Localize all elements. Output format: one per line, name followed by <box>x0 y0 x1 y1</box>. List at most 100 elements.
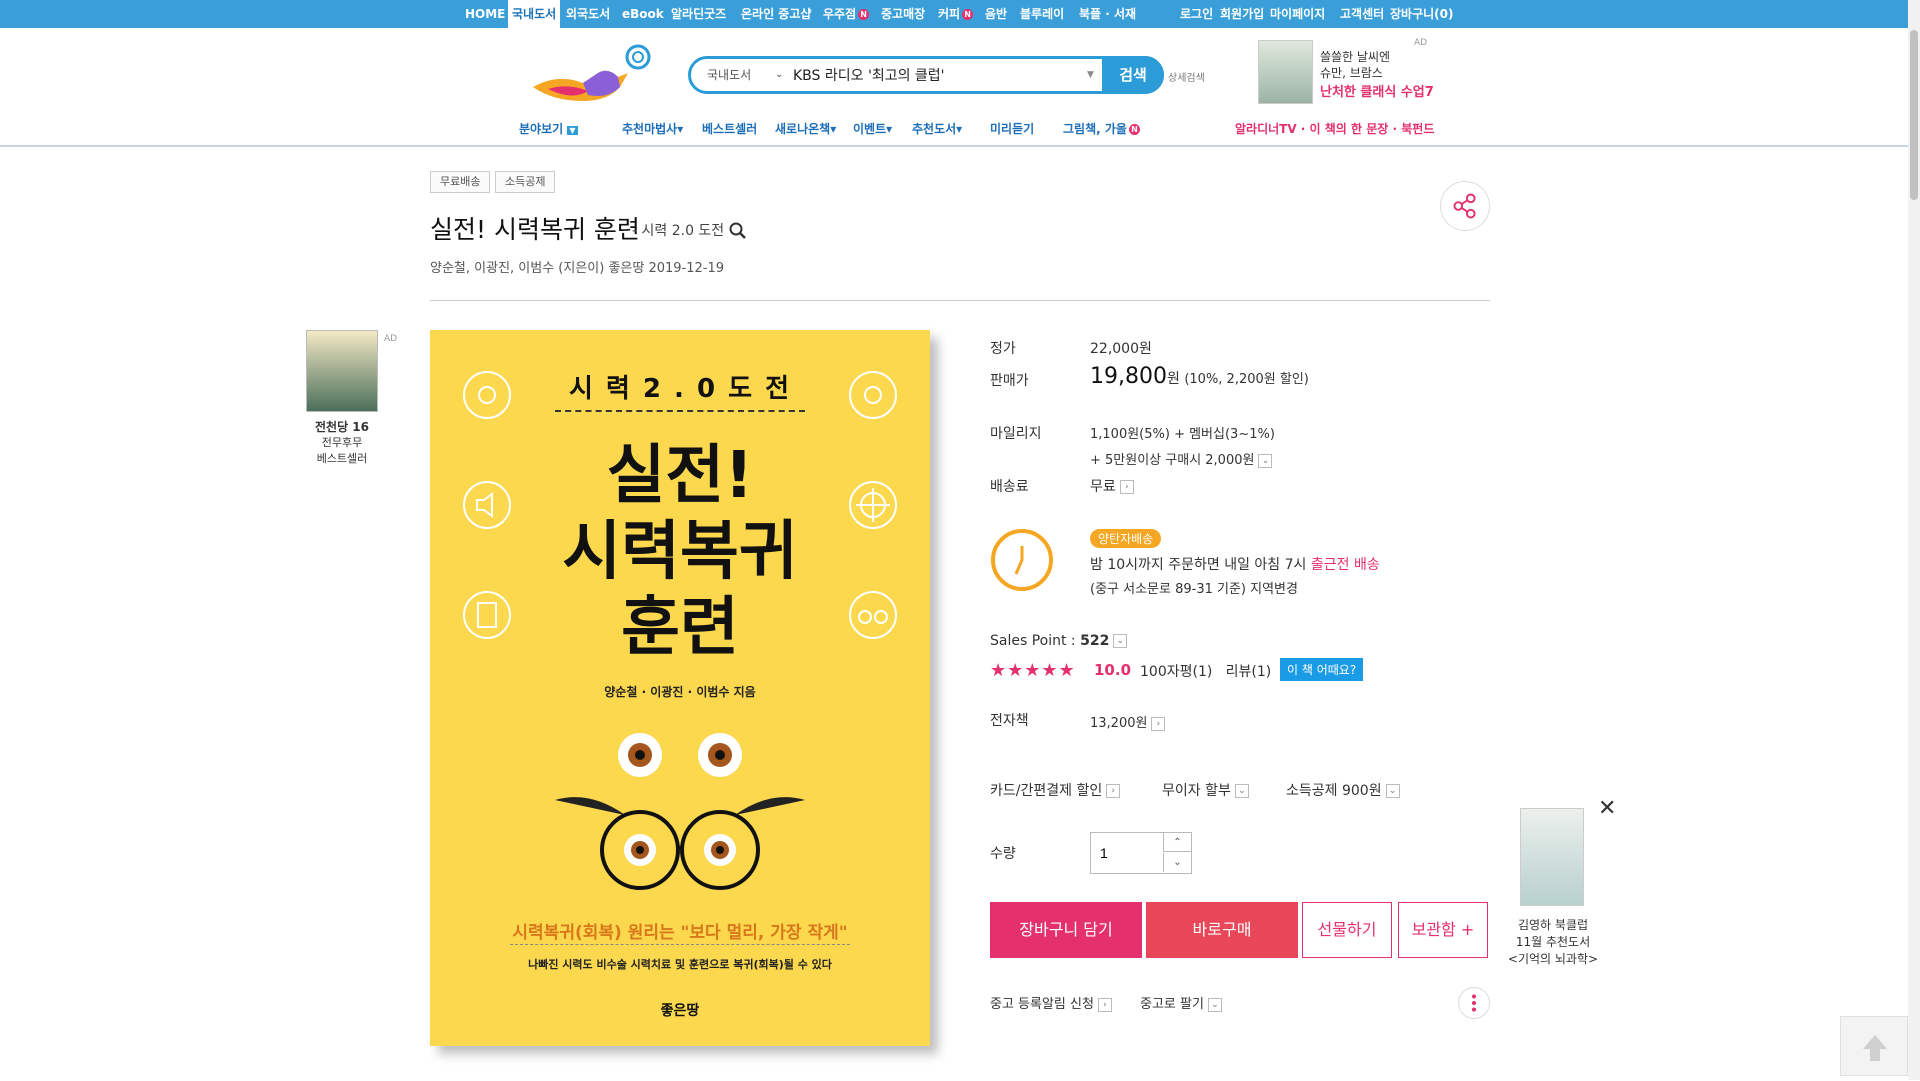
chevron-down-icon[interactable]: ⌄ <box>775 59 783 91</box>
chevron-right-icon[interactable]: › <box>1119 480 1134 494</box>
book-subtitle: - 시력 2.0 도전 <box>632 220 747 240</box>
nav-coffee[interactable]: 커피 N <box>938 0 974 28</box>
share-icon[interactable] <box>1440 181 1490 231</box>
sale-price-unit: 원 <box>1166 371 1180 387</box>
sales-point: Sales Point : 522 ⌄ <box>990 633 1128 649</box>
how-about-book-button[interactable]: 이 책 어때요? <box>1280 658 1364 681</box>
cover-publisher: 좋은땅 <box>660 1003 700 1019</box>
nav-used-store[interactable]: 중고매장 <box>881 0 925 28</box>
eye-icon <box>849 371 897 419</box>
search-input[interactable] <box>791 64 1071 86</box>
income-deduction[interactable]: 소득공제 900원 ⌄ <box>1286 780 1400 800</box>
sale-price-line: 19,800원 (10%, 2,200원 할인) <box>1090 364 1309 389</box>
interest-free[interactable]: 무이자 할부 ⌄ <box>1162 780 1249 800</box>
cover-slogan: 시력복귀(회복) 원리는 "보다 멀리, 가장 작게" <box>512 923 848 943</box>
ad-line[interactable]: 쓸쓸한 날씨엔 <box>1320 48 1390 65</box>
chevron-down-icon[interactable]: ⌄ <box>1385 784 1400 798</box>
mileage-label: 마일리지 <box>990 426 1042 442</box>
sales-point-value: 522 <box>1080 633 1110 649</box>
search-category-select[interactable]: 국내도서 <box>707 59 751 91</box>
subnav-aladiner-tv[interactable]: 알라디너TV · 이 책의 한 문장 · 북펀드 <box>1235 120 1434 137</box>
chevron-down-icon[interactable]: ⌄ <box>1207 997 1222 1012</box>
increment-icon[interactable]: ⌃ <box>1163 833 1191 852</box>
card-discount[interactable]: 카드/간편결제 할인 › <box>990 780 1121 800</box>
nav-foreign-books[interactable]: 외국도서 <box>566 0 610 28</box>
search-button[interactable]: 검색 <box>1102 56 1164 94</box>
dropdown-icon: ▼ <box>567 126 578 135</box>
side-ad-line[interactable]: 베스트셀러 <box>287 450 397 466</box>
close-icon[interactable]: ✕ <box>1598 796 1616 821</box>
subnav-bestseller[interactable]: 베스트셀러 <box>702 120 757 137</box>
nav-cart[interactable]: 장바구니(0) <box>1390 0 1453 28</box>
chevron-down-icon[interactable]: ⌄ <box>1258 453 1273 468</box>
author-publisher-line[interactable]: 양순철, 이광진, 이범수 (지은이) 좋은땅 2019-12-19 <box>430 257 724 276</box>
subnav-picture-books[interactable]: 그림책, 가을 N <box>1063 120 1140 137</box>
scroll-to-top-button[interactable] <box>1840 1016 1908 1076</box>
ad-line-highlight[interactable]: 난처한 클래식 수업7 <box>1320 81 1434 100</box>
delivery-line1: 밤 10시까지 주문하면 내일 아침 7시 출근전 배송 <box>1090 554 1380 574</box>
nav-home[interactable]: HOME <box>465 0 505 28</box>
more-options-icon[interactable] <box>1458 987 1490 1019</box>
nav-ebook[interactable]: eBook <box>622 0 664 28</box>
nav-music[interactable]: 음반 <box>985 0 1007 28</box>
float-ad-line[interactable]: <기억의 뇌과학> <box>1498 950 1608 967</box>
new-badge: N <box>1128 124 1140 135</box>
aladin-lamp-logo[interactable] <box>528 43 653 113</box>
rating-score: 10.0 <box>1094 661 1132 679</box>
subnav-categories[interactable]: 분야보기 ▼ <box>519 120 578 137</box>
scrollbar-thumb[interactable] <box>1910 30 1918 200</box>
side-ad-title[interactable]: 전천당 16 <box>287 418 397 435</box>
subnav-recommended[interactable]: 추천도서▾ <box>912 120 962 137</box>
ad-book-cover[interactable] <box>1258 40 1313 104</box>
star-rating: ★★★★★ <box>990 660 1076 681</box>
chevron-right-icon[interactable]: › <box>1151 716 1166 731</box>
cover-authors: 양순철 · 이광진 · 이범수 지음 <box>604 685 756 699</box>
side-ad-line[interactable]: 전무후무 <box>287 434 397 450</box>
float-ad-line[interactable]: 김영하 북클럽 <box>1498 916 1608 933</box>
chevron-right-icon[interactable]: › <box>1106 784 1121 798</box>
subnav-recommend-wizard[interactable]: 추천마법사▾ <box>622 120 683 137</box>
review-counts[interactable]: 100자평(1) 리뷰(1) <box>1140 661 1271 681</box>
float-ad-book-cover[interactable] <box>1520 808 1584 906</box>
float-ad-line[interactable]: 11월 추천도서 <box>1498 933 1608 950</box>
ebook-price-text: 13,200원 <box>1090 716 1148 731</box>
advanced-search-link[interactable]: 상세검색 <box>1168 69 1205 84</box>
chevron-down-icon[interactable]: ⌄ <box>1113 634 1128 648</box>
nav-used-shop[interactable]: 온라인 중고샵 <box>741 0 811 28</box>
save-to-wishlist-button[interactable]: 보관함 + <box>1398 902 1488 958</box>
mileage-line2[interactable]: + 5만원이상 구매시 2,000원 ⌄ <box>1090 449 1273 468</box>
subnav-new-books[interactable]: 새로나온책▾ <box>775 120 836 137</box>
buy-now-button[interactable]: 바로구매 <box>1146 902 1298 958</box>
side-ad-book-cover[interactable] <box>306 330 378 412</box>
subnav-events[interactable]: 이벤트▾ <box>853 120 892 137</box>
add-to-cart-button[interactable]: 장바구니 담기 <box>990 902 1142 958</box>
search-icon[interactable] <box>729 222 747 240</box>
nav-coffee-label: 커피 <box>938 7 961 21</box>
nav-mypage[interactable]: 마이페이지 <box>1270 0 1325 28</box>
ebook-price[interactable]: 13,200원 › <box>1090 712 1166 731</box>
nav-goods[interactable]: 알라딘굿즈 <box>671 0 726 28</box>
nav-bookple[interactable]: 북플 · 서재 <box>1079 0 1136 28</box>
subnav-preview-listen[interactable]: 미리듣기 <box>990 120 1034 137</box>
ebook-label: 전자책 <box>990 713 1029 729</box>
nav-bluray[interactable]: 블루레이 <box>1020 0 1064 28</box>
chevron-down-icon[interactable]: ⌄ <box>1234 784 1249 798</box>
gift-button[interactable]: 선물하기 <box>1302 902 1392 958</box>
nav-login[interactable]: 로그인 <box>1180 0 1213 28</box>
eye-chart-icon <box>463 591 511 639</box>
nav-domestic-books[interactable]: 국내도서 <box>508 0 561 28</box>
sell-used-link[interactable]: 중고로 팔기 ⌄ <box>1140 993 1222 1012</box>
nav-customer-center[interactable]: 고객센터 <box>1340 0 1384 28</box>
book-cover[interactable]: 시 력 2 . 0 도 전 실전! 시력복귀 훈련 양순철 · 이광진 · 이범… <box>430 330 930 1046</box>
used-alert-text: 중고 등록알림 신청 <box>990 997 1094 1012</box>
chevron-right-icon[interactable]: › <box>1097 997 1112 1012</box>
used-alert-link[interactable]: 중고 등록알림 신청 › <box>990 993 1112 1012</box>
search-dropdown-icon[interactable]: ▼ <box>1087 59 1094 91</box>
nav-ujujeom-label: 우주점 <box>823 7 857 21</box>
decrement-icon[interactable]: ⌄ <box>1163 853 1191 872</box>
delivery-line2[interactable]: (중구 서소문로 89-31 기준) 지역변경 <box>1090 578 1298 597</box>
nav-signup[interactable]: 회원가입 <box>1220 0 1264 28</box>
quantity-input[interactable] <box>1092 834 1162 872</box>
ad-line[interactable]: 슈만, 브람스 <box>1320 64 1383 81</box>
nav-ujujeom[interactable]: 우주점 N <box>823 0 870 28</box>
